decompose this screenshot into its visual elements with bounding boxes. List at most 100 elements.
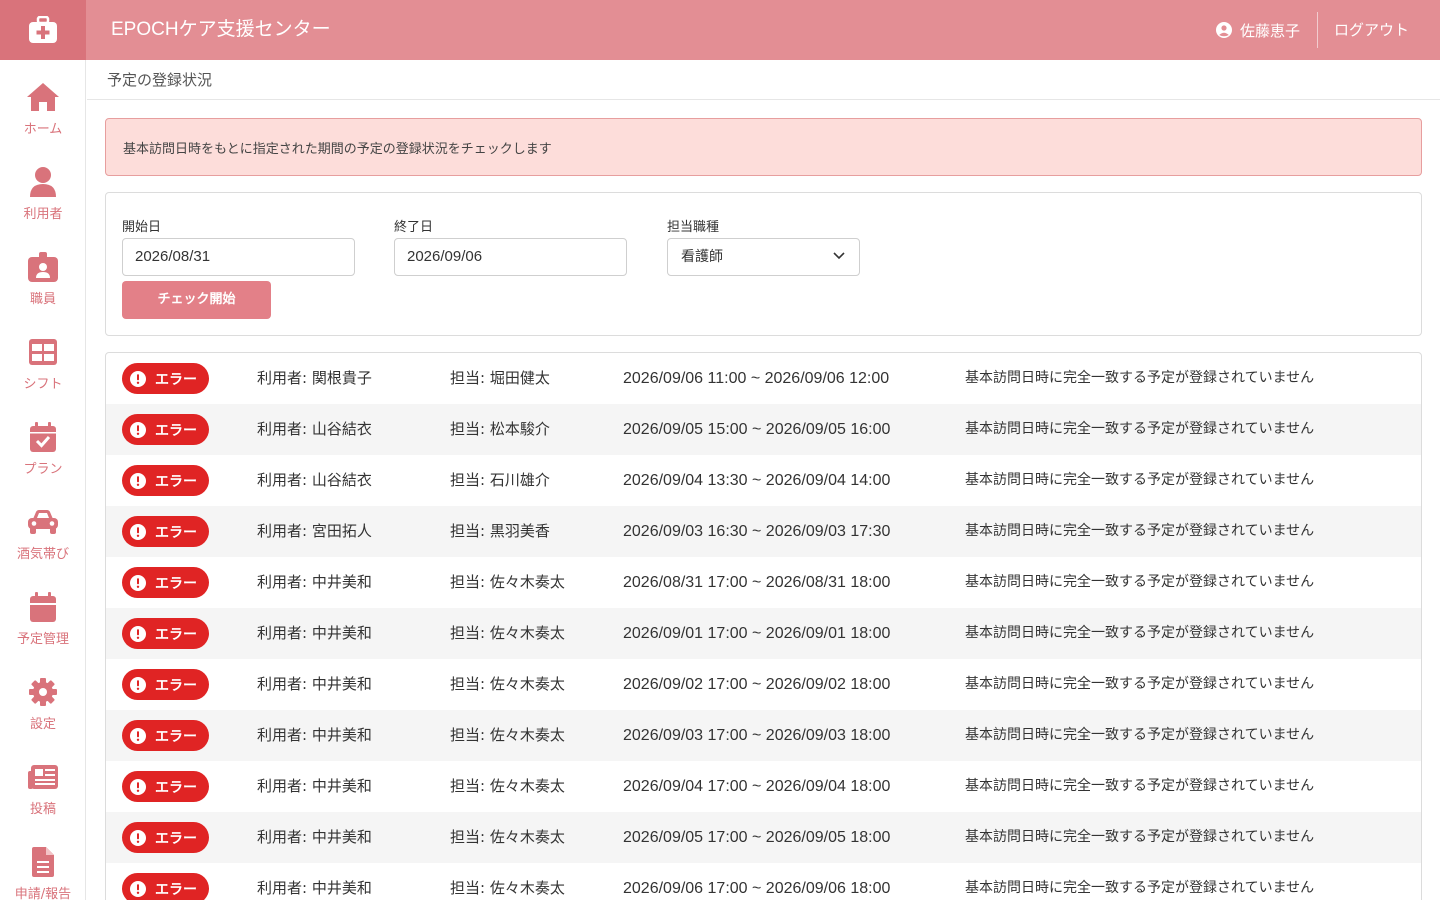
car-icon	[28, 510, 58, 534]
sidebar-item-users[interactable]: 利用者	[0, 145, 85, 225]
sidebar-item-alcohol-check[interactable]: 酒気帯び	[0, 485, 85, 565]
row-message: 基本訪問日時に完全一致する予定が登録されていません	[965, 574, 1315, 590]
error-badge: エラー	[122, 465, 209, 496]
sidebar-item-posts[interactable]: 投稿	[0, 740, 85, 820]
role-select[interactable]: 看護師	[667, 238, 860, 276]
error-badge-label: エラー	[155, 575, 197, 592]
sidebar-item-label: 利用者	[23, 207, 63, 222]
exclamation-circle-icon	[130, 574, 146, 591]
table-row: エラー 利用者: 中井美和 担当: 佐々木奏太 2026/09/03 17:00 ~ …	[106, 710, 1421, 761]
row-period: 2026/09/04 13:30 ~ 2026/09/04 14:00	[623, 472, 891, 489]
end-date-input[interactable]: 2026/09/06	[394, 238, 627, 276]
sidebar-item-label: 職員	[29, 292, 56, 307]
row-message: 基本訪問日時に完全一致する予定が登録されていません	[965, 778, 1315, 794]
row-period: 2026/09/05 15:00 ~ 2026/09/05 16:00	[623, 421, 891, 438]
error-badge: エラー	[122, 822, 209, 853]
error-badge: エラー	[122, 414, 209, 445]
row-staff: 担当: 佐々木奏太	[450, 879, 565, 897]
row-user: 利用者: 山谷結衣	[257, 420, 372, 438]
document-icon	[32, 847, 54, 877]
error-badge-label: エラー	[155, 728, 197, 745]
check-start-button[interactable]: チェック開始	[122, 281, 271, 319]
row-period: 2026/09/05 17:00 ~ 2026/09/05 18:00	[623, 829, 891, 846]
staff-badge-icon	[28, 252, 58, 282]
row-message: 基本訪問日時に完全一致する予定が登録されていません	[965, 472, 1315, 488]
row-staff: 担当: 堀田健太	[450, 369, 550, 387]
user-name: 佐藤恵子	[1239, 21, 1300, 40]
sidebar-item-label: 酒気帯び	[16, 547, 69, 562]
sidebar-item-settings[interactable]: 設定	[0, 655, 85, 735]
row-staff: 担当: 佐々木奏太	[450, 726, 565, 744]
error-badge-label: エラー	[155, 626, 197, 643]
home-icon	[27, 83, 59, 111]
row-user: 利用者: 中井美和	[257, 624, 372, 642]
sidebar-item-label: 設定	[29, 717, 56, 732]
chevron-down-icon	[833, 252, 845, 260]
row-staff: 担当: 石川雄介	[450, 471, 550, 489]
row-message: 基本訪問日時に完全一致する予定が登録されていません	[965, 829, 1315, 845]
app-logo[interactable]	[0, 0, 86, 60]
app-title: EPOCHケア支援センター	[111, 19, 331, 40]
exclamation-circle-icon	[130, 523, 146, 540]
row-staff: 担当: 佐々木奏太	[450, 675, 565, 693]
sidebar-item-staff[interactable]: 職員	[0, 230, 85, 310]
row-period: 2026/09/06 11:00 ~ 2026/09/06 12:00	[623, 370, 890, 387]
start-date-input[interactable]: 2026/08/31	[122, 238, 355, 276]
row-staff: 担当: 黒羽美香	[450, 522, 550, 540]
alert-message: 基本訪問日時をもとに指定された期間の予定の登録状況をチェックします	[123, 142, 552, 157]
error-badge-label: エラー	[155, 473, 197, 490]
exclamation-circle-icon	[130, 676, 146, 693]
exclamation-circle-icon	[130, 778, 146, 795]
row-period: 2026/09/03 17:00 ~ 2026/09/03 18:00	[623, 727, 891, 744]
logout-button[interactable]: ログアウト	[1334, 0, 1409, 60]
newspaper-icon	[28, 765, 58, 789]
row-staff: 担当: 佐々木奏太	[450, 777, 565, 795]
user-menu[interactable]: 佐藤恵子	[1215, 0, 1300, 60]
table-icon	[29, 339, 57, 365]
table-row: エラー 利用者: 中井美和 担当: 佐々木奏太 2026/09/01 17:00 ~ …	[106, 608, 1421, 659]
table-row: エラー 利用者: 中井美和 担当: 佐々木奏太 2026/09/05 17:00 ~ …	[106, 812, 1421, 863]
row-user: 利用者: 中井美和	[257, 828, 372, 846]
role-label: 担当職種	[667, 220, 720, 235]
row-message: 基本訪問日時に完全一致する予定が登録されていません	[965, 523, 1315, 539]
gear-icon	[29, 678, 57, 706]
exclamation-circle-icon	[130, 829, 146, 846]
error-badge-label: エラー	[155, 677, 197, 694]
row-period: 2026/09/06 17:00 ~ 2026/09/06 18:00	[623, 880, 891, 897]
row-message: 基本訪問日時に完全一致する予定が登録されていません	[965, 625, 1315, 641]
sidebar-item-label: プラン	[23, 462, 63, 477]
end-date-label: 終了日	[394, 220, 434, 235]
error-badge-label: エラー	[155, 524, 197, 541]
exclamation-circle-icon	[130, 370, 146, 387]
exclamation-circle-icon	[130, 727, 146, 744]
header-divider	[1317, 12, 1318, 48]
sidebar-item-label: シフト	[23, 377, 63, 392]
error-badge: エラー	[122, 567, 209, 598]
row-staff: 担当: 佐々木奏太	[450, 828, 565, 846]
row-staff: 担当: 佐々木奏太	[450, 624, 565, 642]
sidebar-item-plan[interactable]: プラン	[0, 400, 85, 480]
sidebar-item-requests[interactable]: 申請/報告	[0, 825, 85, 900]
exclamation-circle-icon	[130, 421, 146, 438]
sidebar-item-home[interactable]: ホーム	[0, 60, 85, 140]
row-period: 2026/09/02 17:00 ~ 2026/09/02 18:00	[623, 676, 891, 693]
table-row: エラー 利用者: 中井美和 担当: 佐々木奏太 2026/09/02 17:00 ~ …	[106, 659, 1421, 710]
error-badge: エラー	[122, 618, 209, 649]
row-period: 2026/08/31 17:00 ~ 2026/08/31 18:00	[623, 574, 891, 591]
table-row: エラー 利用者: 関根貴子 担当: 堀田健太 2026/09/06 11:00 ~ 2…	[106, 353, 1421, 404]
sidebar-item-schedule[interactable]: 予定管理	[0, 570, 85, 650]
calendar-icon	[30, 592, 56, 622]
table-row: エラー 利用者: 宮田拓人 担当: 黒羽美香 2026/09/03 16:30 ~ 2…	[106, 506, 1421, 557]
row-staff: 担当: 松本駿介	[450, 420, 550, 438]
row-user: 利用者: 中井美和	[257, 879, 372, 897]
row-staff: 担当: 佐々木奏太	[450, 573, 565, 591]
info-alert: 基本訪問日時をもとに指定された期間の予定の登録状況をチェックします	[105, 118, 1422, 176]
row-message: 基本訪問日時に完全一致する予定が登録されていません	[965, 370, 1315, 386]
table-row: エラー 利用者: 山谷結衣 担当: 石川雄介 2026/09/04 13:30 ~ 2…	[106, 455, 1421, 506]
row-message: 基本訪問日時に完全一致する予定が登録されていません	[965, 880, 1315, 896]
sidebar-item-shift[interactable]: シフト	[0, 315, 85, 395]
error-badge-label: エラー	[155, 779, 197, 796]
row-message: 基本訪問日時に完全一致する予定が登録されていません	[965, 421, 1315, 437]
row-user: 利用者: 山谷結衣	[257, 471, 372, 489]
row-period: 2026/09/01 17:00 ~ 2026/09/01 18:00	[623, 625, 891, 642]
